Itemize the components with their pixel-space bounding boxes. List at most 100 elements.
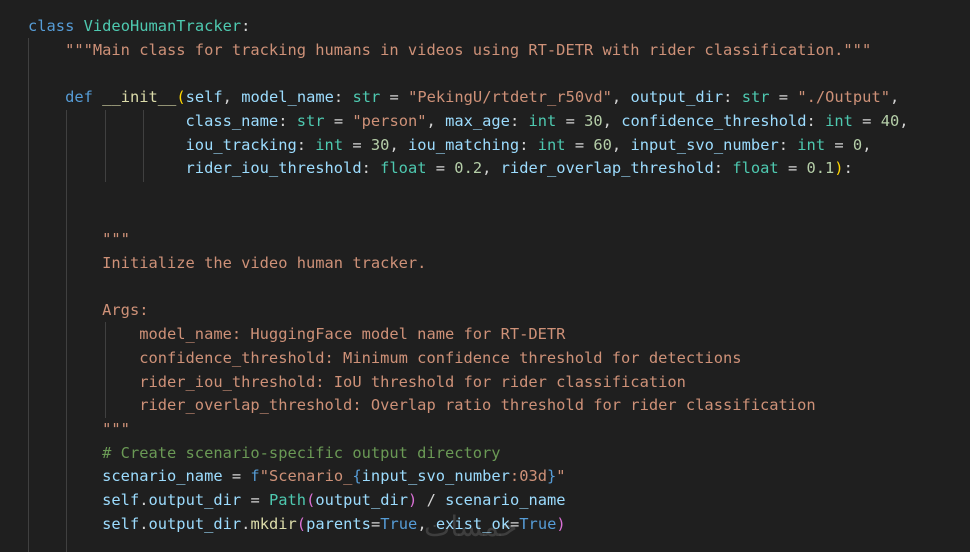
- code-token: """: [102, 230, 130, 249]
- code-token: 60: [593, 135, 612, 154]
- code-token: /: [417, 491, 446, 509]
- code-token: ,: [417, 514, 436, 533]
- code-line[interactable]: rider_iou_threshold: IoU threshold for r…: [28, 370, 686, 394]
- code-token: =: [426, 159, 455, 178]
- code-token: :: [509, 111, 529, 130]
- code-line[interactable]: rider_overlap_threshold: Overlap ratio t…: [28, 393, 815, 417]
- code-token: str: [352, 88, 381, 107]
- code-token: input_svo_number: [630, 135, 779, 154]
- code-token: }: [547, 467, 557, 486]
- code-token: 30: [370, 135, 390, 154]
- code-token: ): [556, 514, 566, 533]
- code-token: 40: [880, 111, 900, 130]
- code-token: True: [519, 514, 557, 533]
- code-token: int: [537, 135, 566, 154]
- code-token: ,: [611, 88, 631, 107]
- code-token: # Create scenario-specific output direct…: [102, 443, 501, 462]
- code-token: :: [296, 135, 316, 154]
- code-token: input_svo_number: [361, 467, 510, 486]
- code-token: =: [852, 111, 881, 130]
- code-line[interactable]: Args:: [28, 298, 148, 322]
- code-token: :: [333, 88, 353, 107]
- code-line[interactable]: self.output_dir = Path(output_dir) / sce…: [28, 488, 566, 512]
- code-line[interactable]: iou_tracking: int = 30, iou_matching: in…: [28, 133, 872, 157]
- code-token: output_dir: [148, 491, 242, 509]
- code-line[interactable]: self.output_dir.mkdir(parents=True, exis…: [28, 512, 566, 536]
- code-token: exist_ok: [435, 514, 510, 533]
- code-token: =: [778, 159, 807, 178]
- code-token: str: [296, 111, 325, 130]
- code-token: (: [296, 514, 307, 533]
- code-token: :: [806, 111, 826, 130]
- code-line[interactable]: class VideoHumanTracker:: [28, 14, 250, 38]
- code-token: =: [380, 88, 409, 107]
- code-token: =: [825, 135, 853, 154]
- code-token: 30: [584, 111, 603, 130]
- code-token: =: [510, 514, 520, 533]
- code-line[interactable]: rider_iou_threshold: float = 0.2, rider_…: [28, 156, 853, 180]
- code-token: ,: [389, 135, 408, 154]
- code-token: scenario_name: [445, 491, 566, 509]
- code-line[interactable]: confidence_threshold: Minimum confidence…: [28, 346, 741, 370]
- code-token: model_name: [241, 88, 334, 107]
- code-token: f: [250, 467, 260, 486]
- code-token: :: [241, 17, 251, 35]
- code-line[interactable]: # Create scenario-specific output direct…: [28, 441, 501, 465]
- code-line[interactable]: class_name: str = "person", max_age: int…: [28, 109, 909, 133]
- code-token: max_age: [445, 111, 510, 130]
- code-token: self: [102, 514, 140, 533]
- code-line[interactable]: """: [28, 417, 130, 441]
- code-token: .: [139, 491, 149, 509]
- code-token: ,: [222, 88, 242, 107]
- code-token: ): [408, 491, 418, 509]
- code-editor[interactable]: class VideoHumanTracker: """Main class f…: [0, 0, 970, 552]
- code-token: 0.1: [806, 159, 835, 178]
- code-token: (: [176, 88, 186, 107]
- code-token: =: [565, 135, 594, 154]
- code-line[interactable]: Initialize the video human tracker.: [28, 251, 426, 275]
- code-token: iou_tracking: [185, 135, 297, 154]
- code-line[interactable]: model_name: HuggingFace model name for R…: [28, 322, 565, 346]
- code-token: =: [769, 88, 798, 107]
- code-token: class: [28, 17, 75, 35]
- code-token: (: [306, 491, 316, 509]
- code-token: """: [102, 419, 130, 438]
- code-token: iou_matching: [408, 135, 520, 154]
- code-line[interactable]: def __init__(self, model_name: str = "Pe…: [28, 85, 899, 109]
- code-token: confidence_threshold: [621, 111, 807, 130]
- code-token: =: [556, 111, 585, 130]
- code-token: 0.2: [454, 159, 483, 178]
- code-token: int: [528, 111, 557, 130]
- code-token: "./Output": [797, 88, 890, 107]
- code-token: output_dir: [148, 514, 242, 533]
- code-token: self: [102, 491, 140, 509]
- code-token: =: [241, 491, 269, 509]
- code-token: =: [324, 111, 353, 130]
- code-token: ,: [602, 111, 622, 130]
- code-token: ,: [482, 159, 501, 178]
- code-token: VideoHumanTracker: [83, 17, 242, 35]
- code-token: =: [222, 467, 251, 486]
- code-line[interactable]: """Main class for tracking humans in vid…: [28, 38, 871, 62]
- code-token: :: [519, 135, 538, 154]
- code-line[interactable]: """: [28, 227, 130, 251]
- code-token: ": [556, 467, 566, 486]
- code-token: mkdir: [250, 514, 297, 533]
- code-token: self: [185, 88, 223, 107]
- code-token: True: [380, 514, 418, 533]
- code-token: model_name: HuggingFace model name for R…: [139, 325, 566, 344]
- code-token: ,: [426, 111, 446, 130]
- code-line[interactable]: scenario_name = f"Scenario_{input_svo_nu…: [28, 464, 566, 488]
- code-token: :: [278, 111, 297, 130]
- code-token: class_name: [185, 111, 279, 130]
- code-token: =: [343, 135, 371, 154]
